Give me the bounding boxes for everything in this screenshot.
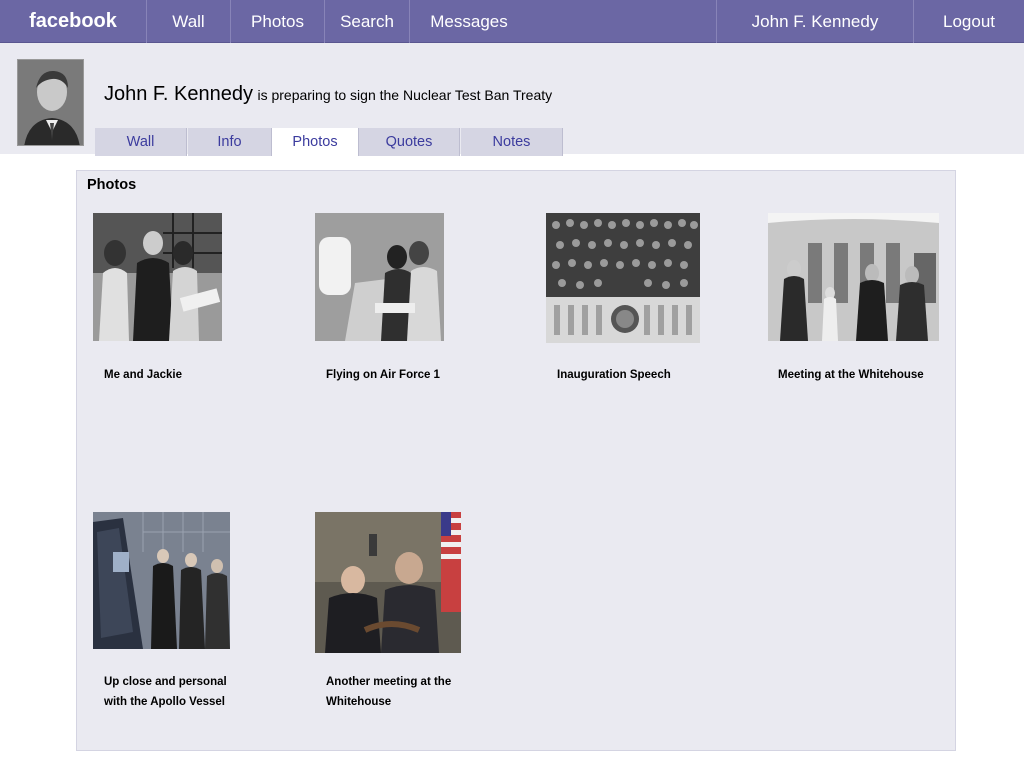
nav-search-link[interactable]: Search <box>325 0 409 43</box>
photo-caption: Flying on Air Force 1 <box>326 369 440 381</box>
photos-panel-title: Photos <box>87 177 137 193</box>
photo-image <box>315 512 461 653</box>
photo-image <box>93 512 230 649</box>
logout-link[interactable]: Logout <box>914 0 1024 43</box>
nav-profile-link[interactable]: John F. Kennedy <box>717 0 913 43</box>
photo-image <box>315 213 444 341</box>
nav-photos-link[interactable]: Photos <box>231 0 324 43</box>
profile-name: John F. Kennedy <box>104 83 253 105</box>
tab-photos[interactable]: Photos <box>272 128 359 156</box>
photo-image <box>93 213 222 341</box>
profile-status-text: is preparing to sign the Nuclear Test Ba… <box>257 87 553 103</box>
photo-caption: Up close and personal with the Apollo Ve… <box>104 676 227 708</box>
tab-notes[interactable]: Notes <box>461 128 563 156</box>
photo-thumbnail[interactable] <box>768 213 939 341</box>
tab-info[interactable]: Info <box>188 128 272 156</box>
photo-caption: Me and Jackie <box>104 369 182 381</box>
facebook-logo-link[interactable]: facebook <box>28 0 118 43</box>
top-navigation-bar: facebook Wall Photos Search Messages Joh… <box>0 0 1024 43</box>
nav-messages-link[interactable]: Messages <box>410 0 528 43</box>
photo-thumbnail[interactable] <box>546 213 700 343</box>
photo-image <box>768 213 939 341</box>
photo-thumbnail[interactable] <box>315 213 444 341</box>
tab-wall[interactable]: Wall <box>95 128 187 156</box>
photo-thumbnail[interactable] <box>93 512 230 649</box>
nav-wall-link[interactable]: Wall <box>147 0 230 43</box>
photo-thumbnail[interactable] <box>315 512 461 653</box>
photo-caption: Another meeting at the Whitehouse <box>326 676 452 708</box>
profile-status-line: John F. Kennedy is preparing to sign the… <box>104 80 552 108</box>
photo-caption: Meeting at the Whitehouse <box>778 369 924 381</box>
tab-quotes[interactable]: Quotes <box>359 128 460 156</box>
photo-caption: Inauguration Speech <box>557 369 671 381</box>
avatar-portrait-image <box>18 60 83 145</box>
profile-avatar[interactable] <box>17 59 84 146</box>
photo-thumbnail[interactable] <box>93 213 222 341</box>
photo-image <box>546 213 700 343</box>
